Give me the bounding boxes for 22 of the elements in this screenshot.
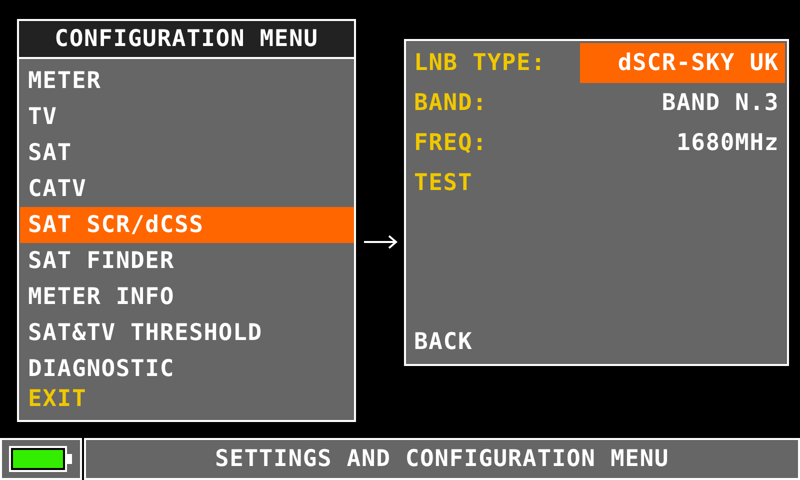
- menu-item[interactable]: DIAGNOSTIC: [20, 351, 354, 387]
- menu-item[interactable]: SAT FINDER: [20, 243, 354, 279]
- menu-item[interactable]: METER: [20, 63, 354, 99]
- battery-icon: [9, 446, 73, 472]
- menu-item[interactable]: SAT SCR/dCSS: [20, 207, 354, 243]
- menu-item[interactable]: SAT: [20, 135, 354, 171]
- menu-item[interactable]: EXIT: [20, 387, 354, 417]
- field-label[interactable]: BAND:: [414, 90, 488, 116]
- menu-item[interactable]: CATV: [20, 171, 354, 207]
- arrow-icon: [364, 234, 398, 250]
- field-value[interactable]: 1680MHz: [676, 123, 785, 163]
- field-value[interactable]: BAND N.3: [662, 83, 785, 123]
- menu-item[interactable]: SAT&TV THRESHOLD: [20, 315, 354, 351]
- field-value[interactable]: dSCR-SKY UK: [580, 43, 785, 83]
- status-bar: SETTINGS AND CONFIGURATION MENU: [84, 438, 800, 480]
- field-label[interactable]: TEST: [414, 170, 473, 196]
- field-label[interactable]: FREQ:: [414, 130, 488, 156]
- field-label[interactable]: LNB TYPE:: [414, 50, 546, 76]
- menu-title: CONFIGURATION MENU: [19, 21, 354, 59]
- back-item[interactable]: BACK: [414, 329, 473, 355]
- menu-item[interactable]: METER INFO: [20, 279, 354, 315]
- menu-item[interactable]: TV: [20, 99, 354, 135]
